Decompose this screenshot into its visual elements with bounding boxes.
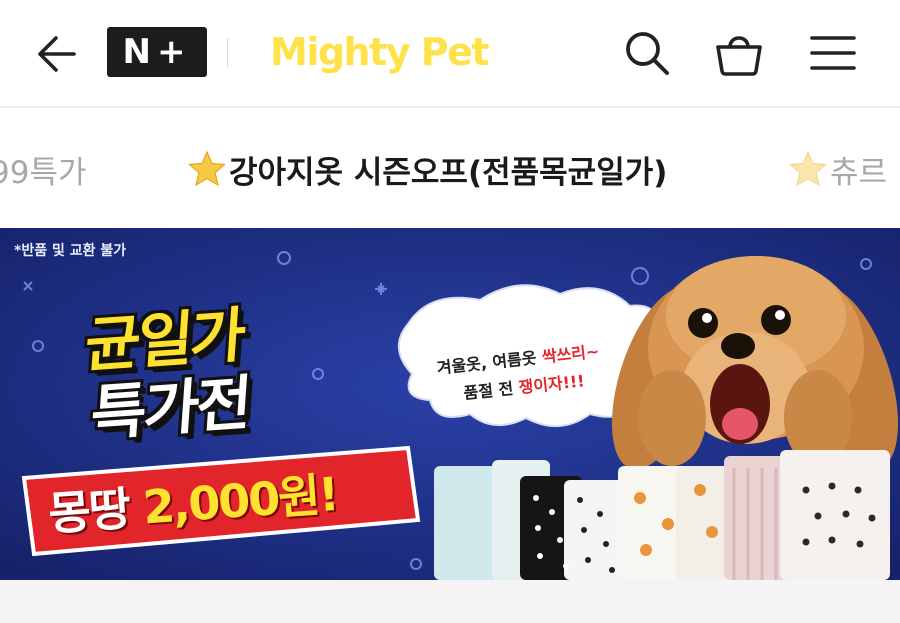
category-tab-99-special[interactable]: 99특가 [0,146,87,192]
star-icon [188,150,226,187]
category-tab-strip[interactable]: 99특가 강아지옷 시즌오프(전품목균일가) 츄르 [0,110,900,228]
search-button[interactable] [620,26,674,80]
n-plus-logo[interactable]: N+ [107,27,207,77]
category-tab-label: 츄르 [830,154,888,191]
category-tab-label: 99특가 [0,154,87,191]
clothes-products [434,450,890,580]
category-tab-churu[interactable]: 츄르 [788,146,887,192]
n-plus-label: N+ [122,32,192,72]
price-amount: 2,000원! [141,466,340,535]
shopping-basket-icon [716,36,762,76]
menu-button[interactable] [806,26,860,80]
top-header: N+ Mighty Pet [0,0,900,108]
hamburger-menu-icon [810,36,856,70]
banner-title-line2: 특가전 [88,368,252,450]
header-divider [227,38,228,68]
search-icon [626,32,669,75]
cart-button[interactable] [712,26,766,80]
content-divider-strip [0,580,900,623]
star-icon [789,150,827,187]
arrow-left-icon [38,36,76,72]
brand-logo[interactable]: Mighty Pet [270,27,490,77]
banner-notice: *반품 및 교환 불가 [14,243,127,259]
price-prefix: 몽땅 [46,481,131,542]
category-tab-dog-clothes-season-off[interactable]: 강아지옷 시즌오프(전품목균일가) [187,146,667,192]
back-button[interactable] [30,28,82,80]
category-tab-label: 강아지옷 시즌오프(전품목균일가) [229,154,668,191]
promo-banner[interactable]: *반품 및 교환 불가 균일가 특가전 몽땅 2,000원! 겨울옷, 여름옷 … [0,228,900,580]
